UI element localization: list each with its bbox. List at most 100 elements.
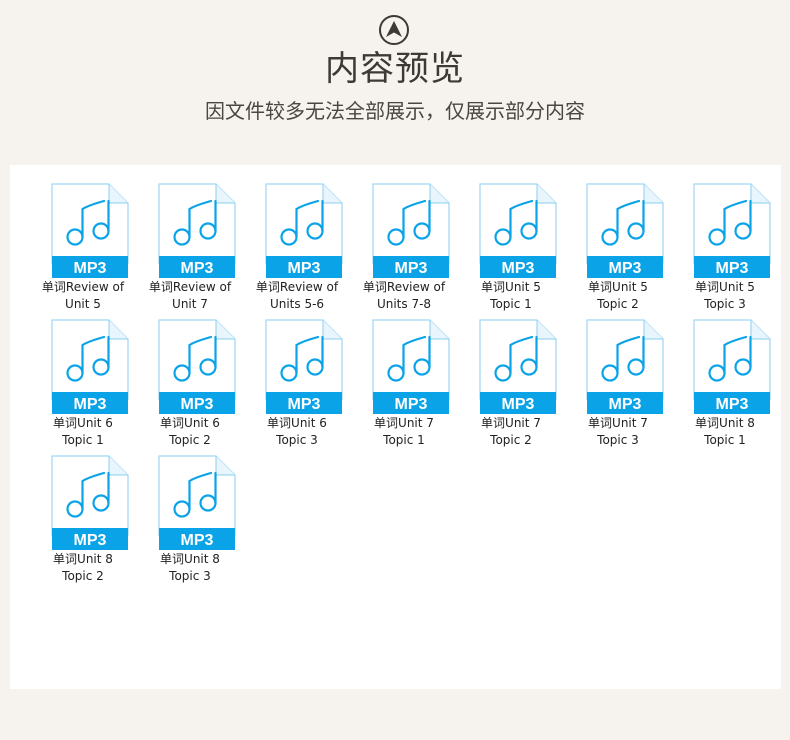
file-name-line2: Topic 1 xyxy=(490,297,532,311)
file-type-badge: MP3 xyxy=(288,396,321,413)
file-type-badge: MP3 xyxy=(395,396,428,413)
file-name-line1: 单词Unit 7 xyxy=(374,416,434,430)
file-type-badge: MP3 xyxy=(716,260,749,277)
file-name-line2: Topic 2 xyxy=(169,433,211,447)
page-subtitle: 因文件较多无法全部展示，仅展示部分内容 xyxy=(205,99,585,123)
file-name: 单词Unit 6 Topic 2 xyxy=(137,415,243,449)
music-note-file-icon: MP3 xyxy=(372,183,450,278)
file-name: 单词Review of Unit 7 xyxy=(137,279,243,313)
file-name-line2: Topic 2 xyxy=(597,297,639,311)
file-name-line1: 单词Unit 6 xyxy=(160,416,220,430)
file-type-badge: MP3 xyxy=(74,260,107,277)
file-name-line1: 单词Review of xyxy=(148,280,232,294)
music-note-file-icon: MP3 xyxy=(693,183,771,278)
file-name: 单词Unit 7 Topic 3 xyxy=(565,415,671,449)
file-type-badge: MP3 xyxy=(716,396,749,413)
file-type-badge: MP3 xyxy=(74,396,107,413)
music-note-file-icon: MP3 xyxy=(158,319,236,414)
file-item[interactable]: MP3 单词Unit 7 Topic 2 xyxy=(466,319,557,449)
file-name-line2: Units 5-6 xyxy=(269,297,325,311)
file-name-line1: 单词Unit 6 xyxy=(53,416,113,430)
music-note-file-icon: MP3 xyxy=(265,319,343,414)
file-item[interactable]: MP3 单词Unit 7 Topic 1 xyxy=(359,319,450,449)
file-item[interactable]: MP3 单词Unit 5 Topic 3 xyxy=(680,183,771,313)
file-name-line2: Topic 1 xyxy=(704,433,746,447)
file-type-badge: MP3 xyxy=(74,532,107,549)
circle-up-arrow-icon xyxy=(379,15,409,45)
music-note-file-icon: MP3 xyxy=(158,183,236,278)
file-item[interactable]: MP3 单词Unit 6 Topic 1 xyxy=(38,319,129,449)
music-note-file-icon: MP3 xyxy=(479,183,557,278)
file-name: 单词Unit 7 Topic 2 xyxy=(458,415,564,449)
file-type-badge: MP3 xyxy=(288,260,321,277)
file-item[interactable]: MP3 单词Unit 5 Topic 2 xyxy=(573,183,664,313)
file-name-line2: Topic 3 xyxy=(704,297,746,311)
file-type-badge: MP3 xyxy=(609,396,642,413)
file-name-line2: Unit 7 xyxy=(172,297,208,311)
file-name-line2: Topic 3 xyxy=(169,569,211,583)
file-name-line1: 单词Unit 5 xyxy=(481,280,541,294)
file-name: 单词Unit 8 Topic 1 xyxy=(672,415,778,449)
file-name-line1: 单词Unit 7 xyxy=(481,416,541,430)
file-name-line2: Unit 5 xyxy=(65,297,101,311)
file-name-line1: 单词Unit 8 xyxy=(53,552,113,566)
file-item[interactable]: MP3 单词Unit 6 Topic 2 xyxy=(145,319,236,449)
music-note-file-icon: MP3 xyxy=(51,183,129,278)
file-item[interactable]: MP3 单词Unit 8 Topic 3 xyxy=(145,455,236,585)
file-type-badge: MP3 xyxy=(395,260,428,277)
file-preview-panel: MP3 单词Review of Unit 5 MP3 单词Review of Unit… xyxy=(10,165,781,689)
file-name-line2: Topic 1 xyxy=(62,433,104,447)
file-type-badge: MP3 xyxy=(181,532,214,549)
file-name-line2: Units 7-8 xyxy=(376,297,432,311)
file-name: 单词Unit 5 Topic 1 xyxy=(458,279,564,313)
music-note-file-icon: MP3 xyxy=(586,319,664,414)
music-note-file-icon: MP3 xyxy=(479,319,557,414)
file-name-line1: 单词Unit 6 xyxy=(267,416,327,430)
file-name: 单词Unit 8 Topic 3 xyxy=(137,551,243,585)
file-item[interactable]: MP3 单词Unit 5 Topic 1 xyxy=(466,183,557,313)
music-note-file-icon: MP3 xyxy=(51,455,129,550)
music-note-file-icon: MP3 xyxy=(51,319,129,414)
file-item[interactable]: MP3 单词Unit 7 Topic 3 xyxy=(573,319,664,449)
file-name: 单词Unit 8 Topic 2 xyxy=(30,551,136,585)
file-name-line1: 单词Unit 8 xyxy=(160,552,220,566)
music-note-file-icon: MP3 xyxy=(586,183,664,278)
file-type-badge: MP3 xyxy=(502,260,535,277)
music-note-file-icon: MP3 xyxy=(265,183,343,278)
file-type-badge: MP3 xyxy=(502,396,535,413)
file-name-line1: 单词Review of xyxy=(255,280,339,294)
file-name-line2: Topic 3 xyxy=(597,433,639,447)
file-name: 单词Review of Units 5-6 xyxy=(244,279,350,313)
file-item[interactable]: MP3 单词Review of Units 7-8 xyxy=(359,183,450,313)
file-name-line2: Topic 2 xyxy=(490,433,532,447)
file-type-badge: MP3 xyxy=(181,260,214,277)
file-name: 单词Unit 7 Topic 1 xyxy=(351,415,457,449)
file-name: 单词Review of Units 7-8 xyxy=(351,279,457,313)
file-name-line1: 单词Unit 8 xyxy=(695,416,755,430)
file-name: 单词Unit 6 Topic 1 xyxy=(30,415,136,449)
file-name: 单词Unit 6 Topic 3 xyxy=(244,415,350,449)
file-name-line1: 单词Unit 5 xyxy=(695,280,755,294)
file-name-line1: 单词Review of xyxy=(362,280,446,294)
file-item[interactable]: MP3 单词Review of Unit 5 xyxy=(38,183,129,313)
file-type-badge: MP3 xyxy=(181,396,214,413)
file-name: 单词Unit 5 Topic 3 xyxy=(672,279,778,313)
file-item[interactable]: MP3 单词Unit 6 Topic 3 xyxy=(252,319,343,449)
file-name-line2: Topic 1 xyxy=(383,433,425,447)
file-item[interactable]: MP3 单词Unit 8 Topic 2 xyxy=(38,455,129,585)
file-item[interactable]: MP3 单词Review of Unit 7 xyxy=(145,183,236,313)
file-item[interactable]: MP3 单词Unit 8 Topic 1 xyxy=(680,319,771,449)
music-note-file-icon: MP3 xyxy=(158,455,236,550)
file-name: 单词Unit 5 Topic 2 xyxy=(565,279,671,313)
file-name-line1: 单词Unit 7 xyxy=(588,416,648,430)
file-name-line1: 单词Review of xyxy=(41,280,125,294)
music-note-file-icon: MP3 xyxy=(693,319,771,414)
file-name-line2: Topic 3 xyxy=(276,433,318,447)
file-name-line1: 单词Unit 5 xyxy=(588,280,648,294)
file-item[interactable]: MP3 单词Review of Units 5-6 xyxy=(252,183,343,313)
preview-header: 内容预览 因文件较多无法全部展示，仅展示部分内容 xyxy=(0,0,790,165)
file-type-badge: MP3 xyxy=(609,260,642,277)
file-name: 单词Review of Unit 5 xyxy=(30,279,136,313)
page-title: 内容预览 xyxy=(325,49,465,89)
file-name-line2: Topic 2 xyxy=(62,569,104,583)
